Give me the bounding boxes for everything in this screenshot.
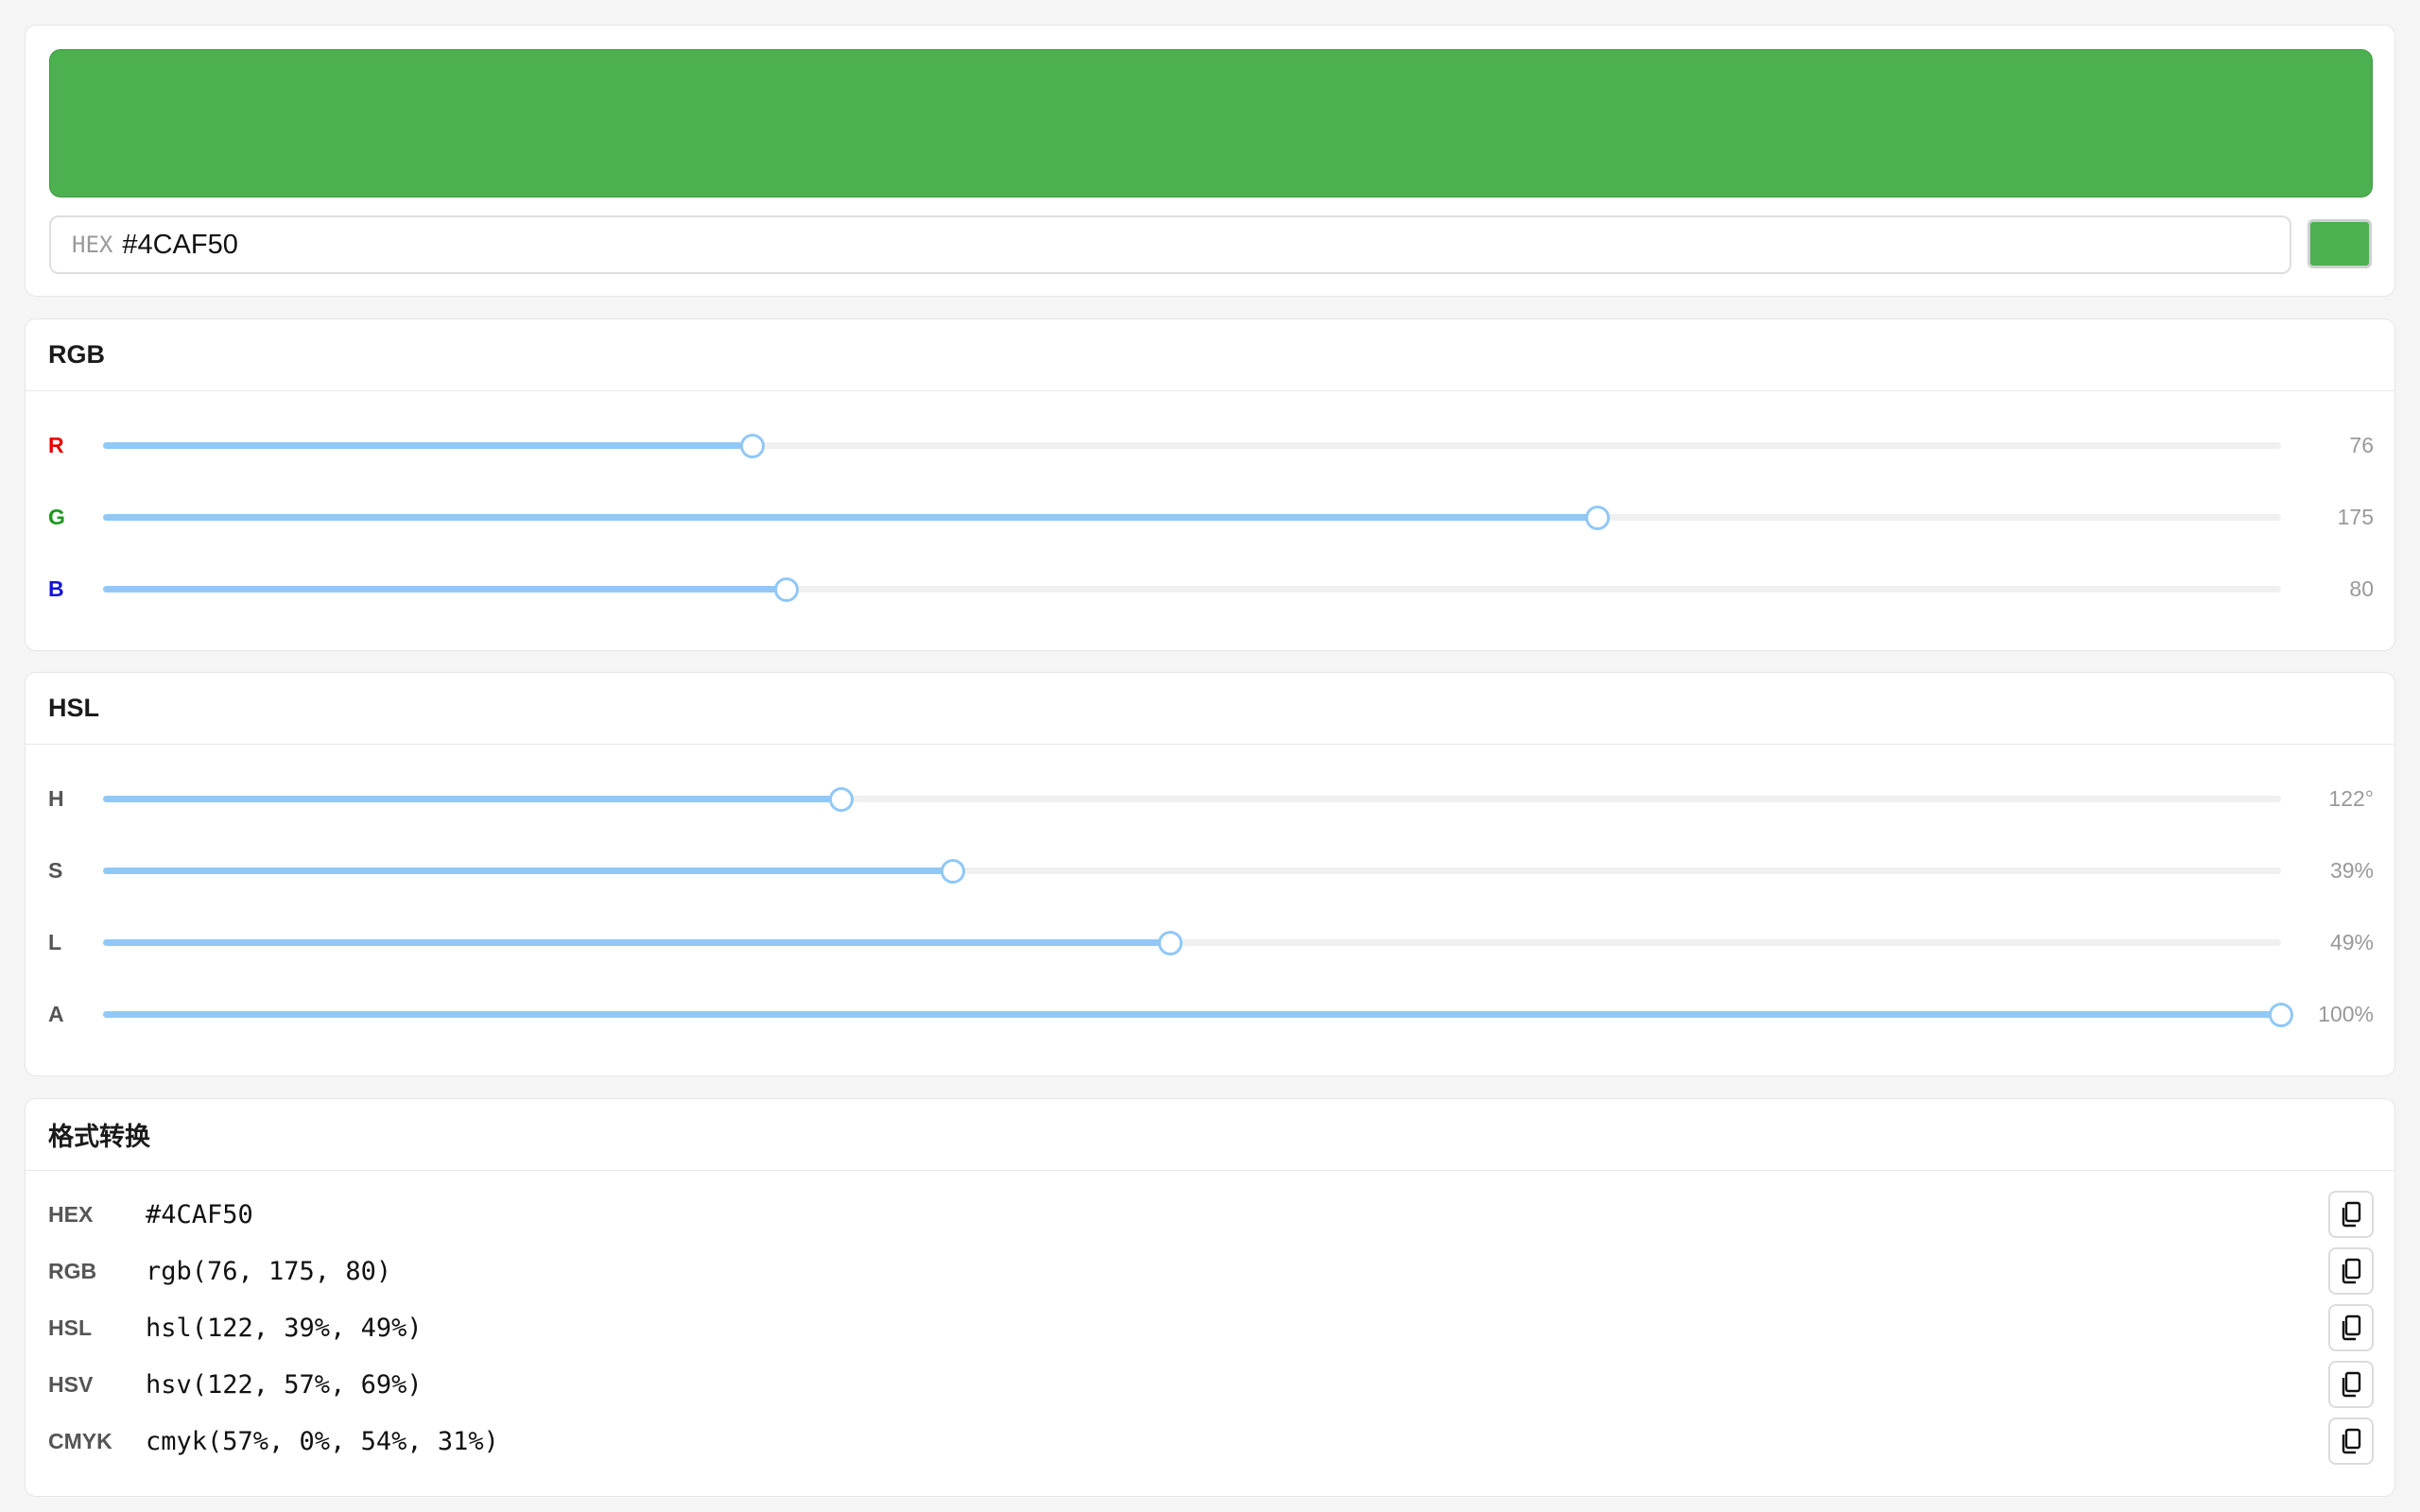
hex-input-field[interactable]: HEX (49, 215, 2291, 274)
color-preview-swatch (49, 49, 2373, 198)
copy-hex-button[interactable] (2328, 1191, 2374, 1238)
slider-row-l: L 49% (26, 923, 2396, 961)
format-value-rgb: rgb(76, 175, 80) (146, 1256, 392, 1286)
slider-value-r: 76 (2349, 432, 2374, 457)
slider-row-h: H 122° (26, 780, 2396, 817)
slider-s-fill (103, 868, 953, 874)
slider-h-thumb[interactable] (829, 787, 855, 812)
copy-cmyk-button[interactable] (2328, 1418, 2374, 1465)
format-label-hex: HEX (48, 1201, 94, 1227)
slider-value-s: 39% (2329, 857, 2374, 883)
slider-row-r: R 76 (26, 426, 2396, 464)
format-row-hsl: HSL hsl(122, 39%, 49%) (26, 1303, 2396, 1352)
slider-r[interactable] (103, 434, 2281, 458)
slider-g-thumb[interactable] (1584, 506, 1610, 530)
slider-g[interactable] (103, 506, 2281, 530)
slider-label-b: B (48, 576, 64, 601)
slider-h-fill (103, 796, 842, 802)
slider-s[interactable] (103, 859, 2281, 884)
slider-value-g: 175 (2337, 504, 2374, 529)
slider-a-thumb[interactable] (2269, 1003, 2293, 1027)
copy-icon (2342, 1371, 2361, 1398)
slider-g-fill (103, 514, 1598, 521)
format-label-hsv: HSV (48, 1371, 94, 1397)
slider-value-h: 122° (2328, 785, 2374, 811)
copy-hsl-button[interactable] (2328, 1304, 2374, 1351)
slider-label-r: R (48, 432, 64, 457)
slider-s-thumb[interactable] (940, 859, 965, 884)
copy-hsv-button[interactable] (2328, 1361, 2374, 1408)
format-card-title: 格式转换 (26, 1099, 2394, 1171)
hex-prefix-label: HEX (72, 232, 113, 258)
slider-a[interactable] (103, 1003, 2293, 1027)
format-label-cmyk: CMYK (48, 1428, 112, 1453)
slider-l[interactable] (103, 931, 2281, 955)
slider-label-h: H (48, 785, 64, 811)
slider-h[interactable] (103, 787, 2281, 812)
slider-r-thumb[interactable] (739, 434, 765, 458)
copy-icon (2342, 1201, 2361, 1228)
format-row-cmyk: CMYK cmyk(57%, 0%, 54%, 31%) (26, 1417, 2396, 1466)
slider-label-l: L (48, 929, 62, 954)
slider-label-g: G (48, 504, 65, 529)
rgb-card-title: RGB (26, 319, 2394, 391)
slider-a-fill (103, 1011, 2281, 1018)
format-value-hsl: hsl(122, 39%, 49%) (146, 1313, 423, 1343)
format-label-rgb: RGB (48, 1258, 97, 1283)
hsl-card-title: HSL (26, 673, 2394, 745)
copy-icon (2342, 1428, 2361, 1454)
native-color-picker[interactable] (2308, 219, 2372, 268)
rgb-card: RGB R 76 G 175 B 80 (25, 318, 2395, 651)
slider-row-s: S 39% (26, 851, 2396, 889)
slider-b[interactable] (103, 577, 2281, 602)
slider-row-a: A 100% (26, 995, 2396, 1033)
slider-l-fill (103, 939, 1170, 946)
slider-label-s: S (48, 857, 63, 883)
slider-value-b: 80 (2349, 576, 2374, 601)
slider-r-fill (103, 442, 752, 449)
slider-label-a: A (48, 1001, 64, 1026)
color-converter-page: HEX RGB R 76 G 175 B (0, 0, 2420, 1512)
format-row-hsv: HSV hsv(122, 57%, 69%) (26, 1360, 2396, 1409)
slider-l-thumb[interactable] (1157, 931, 1183, 955)
slider-value-l: 49% (2329, 929, 2374, 954)
copy-icon (2342, 1258, 2361, 1284)
format-row-rgb: RGB rgb(76, 175, 80) (26, 1246, 2396, 1296)
format-value-hex: #4CAF50 (146, 1199, 253, 1229)
format-conversion-card: 格式转换 HEX #4CAF50 RGB rgb(76, 175, 80) HS… (25, 1098, 2395, 1497)
copy-rgb-button[interactable] (2328, 1247, 2374, 1295)
copy-icon (2342, 1314, 2361, 1341)
format-value-cmyk: cmyk(57%, 0%, 54%, 31%) (146, 1426, 499, 1456)
slider-row-b: B 80 (26, 570, 2396, 608)
format-row-hex: HEX #4CAF50 (26, 1190, 2396, 1239)
slider-row-g: G 175 (26, 498, 2396, 536)
color-preview-card: HEX (25, 25, 2395, 297)
format-label-hsl: HSL (48, 1314, 92, 1340)
hsl-card: HSL H 122° S 39% L 49% A 100% (25, 672, 2395, 1076)
slider-b-fill (103, 586, 787, 593)
hex-input[interactable] (122, 229, 2203, 261)
slider-b-thumb[interactable] (774, 577, 800, 602)
format-value-hsv: hsv(122, 57%, 69%) (146, 1369, 423, 1400)
slider-value-a: 100% (2318, 1001, 2374, 1026)
